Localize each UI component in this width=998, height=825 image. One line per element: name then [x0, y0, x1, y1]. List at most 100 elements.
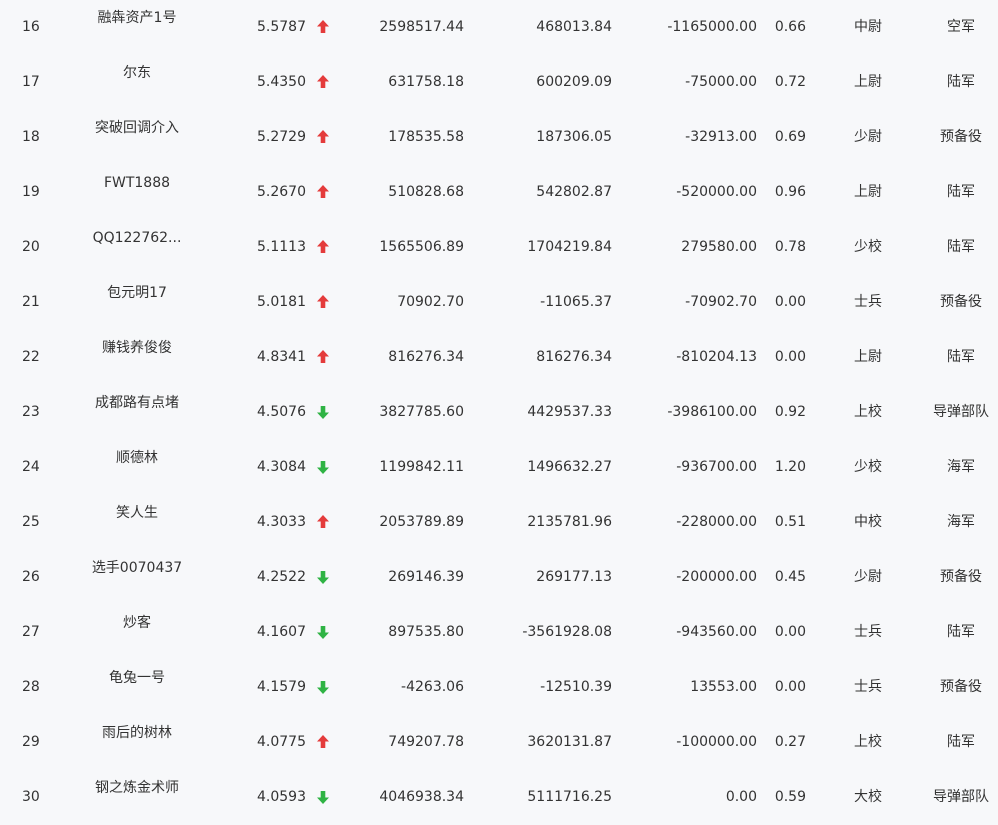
player-name-cell[interactable]: FWT1888 [72, 174, 202, 192]
table-row[interactable]: 22 赚钱养俊俊 4.8341 816276.34 816276.34 -810204.1… [0, 330, 998, 385]
table-row[interactable]: 25 笑人生 4.3033 2053789.89 2135781.96 -228000.0… [0, 495, 998, 550]
table-row[interactable]: 17 尔东 5.4350 631758.18 600209.09 -75000.00 0.7… [0, 55, 998, 110]
position-change-cell: 279580.00 [681, 239, 757, 255]
table-row[interactable]: 16 融犇资产1号 5.5787 2598517.44 468013.84 -116500… [0, 0, 998, 55]
rank-cell: 16 [22, 19, 40, 35]
position-change-cell: -936700.00 [676, 459, 757, 475]
ratio-cell: 0.00 [774, 349, 806, 365]
asset-value-cell: 1565506.89 [379, 239, 464, 255]
military-rank-cell: 上尉 [854, 184, 882, 200]
branch-cell: 预备役 [940, 129, 982, 145]
asset-value-cell: 4046938.34 [379, 789, 464, 805]
military-rank-cell: 少尉 [854, 129, 882, 145]
position-change-cell: 0.00 [725, 789, 757, 805]
military-rank-cell: 上校 [854, 404, 882, 420]
profit-value-cell: 5111716.25 [527, 789, 612, 805]
arrow-down-icon [316, 678, 330, 696]
ratio-cell: 0.00 [774, 624, 806, 640]
asset-value-cell: 178535.58 [388, 129, 464, 145]
score-cell: 4.3033 [257, 514, 306, 530]
military-rank-cell: 上尉 [854, 349, 882, 365]
score-cell: 5.2729 [257, 129, 306, 145]
branch-cell: 海军 [947, 459, 975, 475]
score-cell: 4.2522 [257, 569, 306, 585]
score-cell: 5.4350 [257, 74, 306, 90]
score-cell: 5.1113 [257, 239, 306, 255]
rank-cell: 25 [22, 514, 40, 530]
rank-cell: 22 [22, 349, 40, 365]
table-row[interactable]: 29 雨后的树林 4.0775 749207.78 3620131.87 -100000.… [0, 715, 998, 770]
arrow-up-icon [316, 513, 330, 531]
profit-value-cell: -11065.37 [540, 294, 612, 310]
position-change-cell: -943560.00 [676, 624, 757, 640]
table-row[interactable]: 27 炒客 4.1607 897535.80 -3561928.08 -943560.00… [0, 605, 998, 660]
branch-cell: 海军 [947, 514, 975, 530]
arrow-up-icon [316, 733, 330, 751]
position-change-cell: -1165000.00 [667, 19, 757, 35]
profit-value-cell: 468013.84 [536, 19, 612, 35]
score-cell: 5.0181 [257, 294, 306, 310]
profit-value-cell: 1496632.27 [527, 459, 612, 475]
player-name-cell[interactable]: 龟兔一号 [72, 669, 202, 687]
rank-cell: 18 [22, 129, 40, 145]
branch-cell: 陆军 [947, 184, 975, 200]
arrow-up-icon [316, 293, 330, 311]
asset-value-cell: 3827785.60 [379, 404, 464, 420]
arrow-down-icon [316, 403, 330, 421]
position-change-cell: -32913.00 [685, 129, 757, 145]
rank-cell: 24 [22, 459, 40, 475]
arrow-up-icon [316, 183, 330, 201]
position-change-cell: -200000.00 [676, 569, 757, 585]
profit-value-cell: 187306.05 [536, 129, 612, 145]
score-cell: 4.1579 [257, 679, 306, 695]
player-name-cell[interactable]: 钢之炼金术师 [72, 779, 202, 797]
score-cell: 4.3084 [257, 459, 306, 475]
player-name-cell[interactable]: 突破回调介入 [72, 119, 202, 137]
player-name-cell[interactable]: 尔东 [72, 64, 202, 82]
ratio-cell: 0.92 [774, 404, 806, 420]
arrow-up-icon [316, 18, 330, 36]
position-change-cell: 13553.00 [690, 679, 757, 695]
score-cell: 4.0593 [257, 789, 306, 805]
score-cell: 4.1607 [257, 624, 306, 640]
branch-cell: 陆军 [947, 734, 975, 750]
ranking-table: 16 融犇资产1号 5.5787 2598517.44 468013.84 -116500… [0, 0, 998, 825]
player-name-cell[interactable]: QQ122762... [72, 229, 202, 247]
table-row[interactable]: 24 顺德林 4.3084 1199842.11 1496632.27 -936700.0… [0, 440, 998, 495]
rank-cell: 30 [22, 789, 40, 805]
player-name-cell[interactable]: 炒客 [72, 614, 202, 632]
player-name-cell[interactable]: 顺德林 [72, 449, 202, 467]
military-rank-cell: 少校 [854, 239, 882, 255]
table-row[interactable]: 18 突破回调介入 5.2729 178535.58 187306.05 -32913.0… [0, 110, 998, 165]
player-name-cell[interactable]: 成都路有点堵 [72, 394, 202, 412]
rank-cell: 23 [22, 404, 40, 420]
table-row[interactable]: 21 包元明17 5.0181 70902.70 -11065.37 -70902.70 0… [0, 275, 998, 330]
arrow-up-icon [316, 73, 330, 91]
table-row[interactable]: 26 选手0070437 4.2522 269146.39 269177.13 -2000… [0, 550, 998, 605]
branch-cell: 导弹部队 [933, 404, 989, 420]
arrow-down-icon [316, 458, 330, 476]
rank-cell: 21 [22, 294, 40, 310]
player-name-cell[interactable]: 选手0070437 [72, 559, 202, 577]
profit-value-cell: -12510.39 [540, 679, 612, 695]
table-row[interactable]: 30 钢之炼金术师 4.0593 4046938.34 5111716.25 0.00 0.… [0, 770, 998, 825]
ratio-cell: 0.45 [774, 569, 806, 585]
asset-value-cell: 70902.70 [397, 294, 464, 310]
player-name-cell[interactable]: 雨后的树林 [72, 724, 202, 742]
table-row[interactable]: 28 龟兔一号 4.1579 -4263.06 -12510.39 13553.00 0.0… [0, 660, 998, 715]
table-row[interactable]: 20 QQ122762... 5.1113 1565506.89 1704219.84 2… [0, 220, 998, 275]
rank-cell: 17 [22, 74, 40, 90]
table-row[interactable]: 19 FWT1888 5.2670 510828.68 542802.87 -520000… [0, 165, 998, 220]
military-rank-cell: 士兵 [854, 679, 882, 695]
player-name-cell[interactable]: 包元明17 [72, 284, 202, 302]
player-name-cell[interactable]: 融犇资产1号 [72, 9, 202, 27]
player-name-cell[interactable]: 笑人生 [72, 504, 202, 522]
rank-cell: 28 [22, 679, 40, 695]
rank-cell: 27 [22, 624, 40, 640]
military-rank-cell: 上校 [854, 734, 882, 750]
ratio-cell: 0.27 [774, 734, 806, 750]
military-rank-cell: 士兵 [854, 294, 882, 310]
table-row[interactable]: 23 成都路有点堵 4.5076 3827785.60 4429537.33 -39861… [0, 385, 998, 440]
player-name-cell[interactable]: 赚钱养俊俊 [72, 339, 202, 357]
branch-cell: 陆军 [947, 624, 975, 640]
